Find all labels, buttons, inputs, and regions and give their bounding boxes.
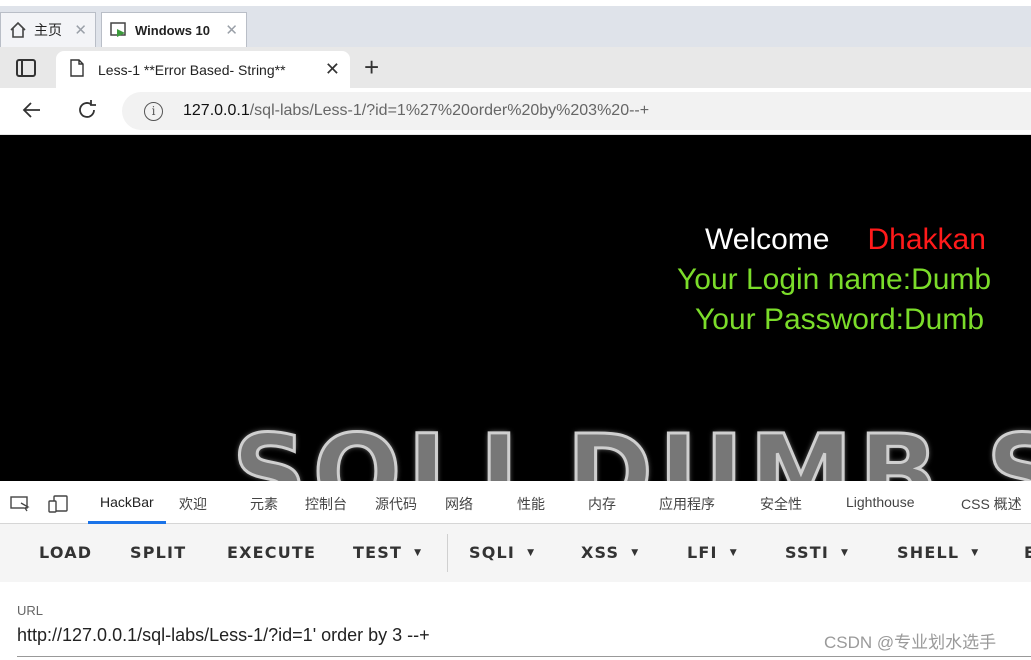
- hackbar-url-panel: URL http://127.0.0.1/sql-labs/Less-1/?id…: [0, 582, 1031, 660]
- page-icon: [70, 59, 84, 80]
- lfi-label: LFI: [687, 543, 718, 562]
- tab-css-overview[interactable]: CSS 概述: [961, 494, 1022, 514]
- watermark: CSDN @专业划水选手: [824, 633, 997, 652]
- address-bar[interactable]: i 127.0.0.1/sql-labs/Less-1/?id=1%27%20o…: [122, 92, 1031, 130]
- url-field[interactable]: http://127.0.0.1/sql-labs/Less-1/?id=1' …: [17, 625, 430, 646]
- tab-performance[interactable]: 性能: [517, 494, 545, 514]
- address-row: i 127.0.0.1/sql-labs/Less-1/?id=1%27%20o…: [0, 88, 1031, 135]
- encoding-menu[interactable]: E: [1024, 543, 1031, 562]
- shell-label: SHELL: [897, 543, 960, 562]
- url-path: /sql-labs/Less-1/?id=1%27%20order%20by%2…: [249, 102, 650, 119]
- tab-memory[interactable]: 内存: [588, 494, 616, 514]
- split-button[interactable]: SPLIT: [130, 543, 186, 562]
- host-tab-windows10[interactable]: Windows 10 ✕: [101, 12, 247, 47]
- refresh-icon[interactable]: [75, 98, 99, 127]
- sqli-menu[interactable]: SQLI ▼: [469, 543, 535, 562]
- tab-elements[interactable]: 元素: [250, 494, 278, 514]
- host-tab-home[interactable]: 主页 ✕: [0, 12, 96, 47]
- close-icon[interactable]: ✕: [225, 21, 238, 39]
- ssti-menu[interactable]: SSTI ▼: [785, 543, 849, 562]
- dropdown-caret-icon: ▼: [414, 548, 423, 558]
- url-field-underline: [17, 656, 1031, 657]
- shell-menu[interactable]: SHELL ▼: [897, 543, 979, 562]
- hackbar-toolbar: LOAD SPLIT EXECUTE TEST ▼ SQLI ▼ XSS ▼ LFI ▼…: [0, 524, 1031, 582]
- xss-menu[interactable]: XSS ▼: [581, 543, 639, 562]
- tab-application[interactable]: 应用程序: [659, 494, 715, 514]
- dropdown-caret-icon: ▼: [729, 548, 738, 558]
- tab-manager-icon[interactable]: [16, 59, 36, 77]
- devtools-tab-bar: HackBar 欢迎 元素 控制台 源代码 网络 性能 内存 应用程序 安全性 …: [0, 481, 1031, 524]
- tab-security[interactable]: 安全性: [760, 494, 802, 514]
- ssti-label: SSTI: [785, 543, 829, 562]
- tab-title: Less-1 **Error Based- String**: [98, 61, 286, 78]
- tab-hackbar[interactable]: HackBar: [100, 494, 154, 510]
- browser-tab-strip: Less-1 **Error Based- String** ✕ +: [0, 47, 1031, 88]
- tab-network[interactable]: 网络: [445, 494, 473, 514]
- toolbar-separator: [447, 534, 448, 572]
- browser-tab[interactable]: Less-1 **Error Based- String** ✕: [56, 51, 350, 88]
- home-icon: [8, 20, 28, 40]
- execute-button[interactable]: EXECUTE: [227, 543, 316, 562]
- dropdown-caret-icon: ▼: [527, 548, 536, 558]
- welcome-label: Welcome: [705, 223, 830, 256]
- tab-welcome[interactable]: 欢迎: [179, 494, 207, 514]
- url-field-label: URL: [17, 603, 44, 618]
- tab-console[interactable]: 控制台: [305, 494, 347, 514]
- welcome-name: Dhakkan: [867, 223, 986, 256]
- tab-sources[interactable]: 源代码: [375, 494, 417, 514]
- info-icon[interactable]: i: [144, 101, 163, 121]
- dropdown-caret-icon: ▼: [971, 548, 980, 558]
- device-icon[interactable]: [48, 495, 68, 516]
- test-label: TEST: [353, 543, 403, 562]
- load-button[interactable]: LOAD: [39, 543, 92, 562]
- password-line: Your Password:Dumb: [695, 303, 985, 336]
- xss-label: XSS: [581, 543, 620, 562]
- host-tab-label: Windows 10: [135, 22, 211, 38]
- dropdown-caret-icon: ▼: [841, 548, 850, 558]
- url-host: 127.0.0.1: [183, 102, 250, 119]
- close-tab-icon[interactable]: ✕: [325, 59, 340, 80]
- vm-icon: [109, 20, 129, 40]
- sqli-label: SQLI: [469, 543, 516, 562]
- tab-lighthouse[interactable]: Lighthouse: [846, 494, 915, 510]
- back-icon[interactable]: [20, 98, 44, 129]
- inspect-icon[interactable]: [10, 495, 30, 516]
- welcome-line: Welcome Dhakkan: [705, 223, 986, 257]
- host-tab-label: 主页: [34, 22, 62, 38]
- sqli-banner: SQLI DUMB SERIES: [231, 412, 1031, 482]
- login-name-line: Your Login name:Dumb: [677, 263, 992, 296]
- close-icon[interactable]: ✕: [74, 21, 87, 39]
- test-menu[interactable]: TEST ▼: [353, 543, 422, 562]
- address-url: 127.0.0.1/sql-labs/Less-1/?id=1%27%20ord…: [183, 102, 649, 120]
- new-tab-button[interactable]: +: [364, 53, 379, 81]
- page-content: Welcome Dhakkan Your Login name:Dumb Your…: [0, 135, 1031, 481]
- dropdown-caret-icon: ▼: [631, 548, 640, 558]
- lfi-menu[interactable]: LFI ▼: [687, 543, 738, 562]
- host-tab-strip: 主页 ✕ Windows 10 ✕: [0, 0, 1031, 47]
